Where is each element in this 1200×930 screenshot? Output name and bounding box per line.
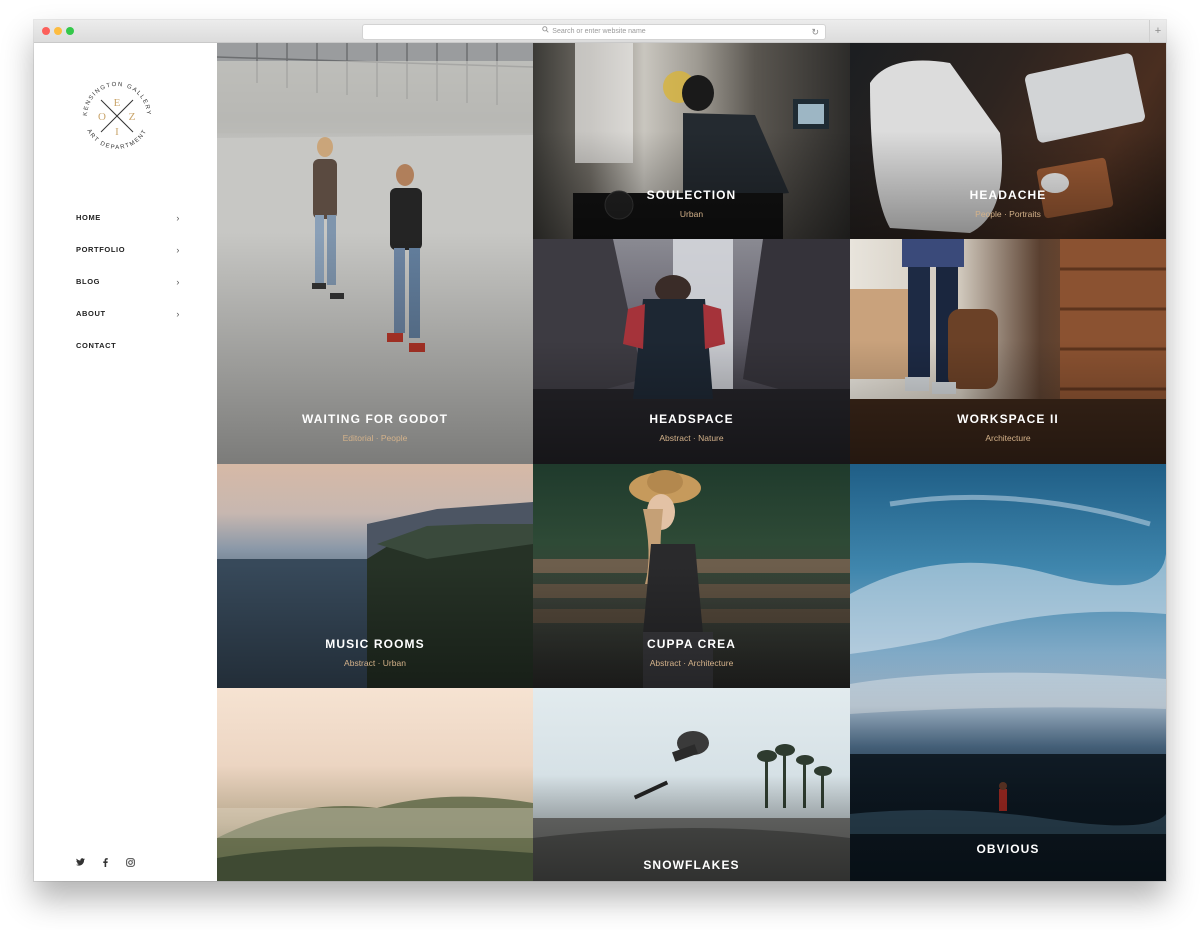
address-bar[interactable]: Search or enter website name ↻ [362, 24, 826, 40]
tile-tags: People · Portraits [975, 209, 1041, 219]
twitter-icon[interactable] [76, 858, 85, 869]
portfolio-tile-workspace-ii[interactable]: WORKSPACE II Architecture [850, 239, 1166, 464]
portfolio-grid: WAITING FOR GODOT Editorial · People SOU… [217, 43, 1166, 881]
tile-title: SOULECTION [646, 188, 737, 202]
tile-tags: Architecture [985, 433, 1031, 443]
tile-overlay [533, 564, 850, 688]
tile-title: OBVIOUS [976, 842, 1040, 856]
nav-item-label: PORTFOLIO [76, 245, 126, 254]
browser-window: Search or enter website name ↻ + KENSING… [34, 20, 1166, 881]
nav-item-portfolio[interactable]: PORTFOLIO › [76, 243, 180, 275]
tile-overlay [217, 564, 533, 688]
social-links [76, 858, 135, 869]
nav-item-label: HOME [76, 213, 101, 222]
portfolio-tile-soulection[interactable]: SOULECTION Urban [533, 43, 850, 239]
logo-letter-top: E [114, 97, 121, 109]
tile-caption: CUPPA CREA Abstract · Architecture [533, 637, 850, 668]
tile-overlay [533, 340, 850, 464]
browser-titlebar: Search or enter website name ↻ + [34, 20, 1166, 43]
tile-tags: Abstract · Nature [659, 433, 724, 443]
facebook-icon[interactable] [101, 858, 110, 869]
address-bar-placeholder: Search or enter website name [552, 28, 646, 35]
tile-caption: WORKSPACE II Architecture [850, 412, 1166, 443]
tile-caption: SOULECTION Urban [533, 188, 850, 219]
tile-title: SNOWFLAKES [643, 858, 740, 872]
portfolio-tile-waiting-for-godot[interactable]: WAITING FOR GODOT Editorial · People [217, 43, 533, 464]
tile-caption: OBVIOUS [850, 842, 1166, 856]
portfolio-tile-obvious[interactable]: OBVIOUS [850, 464, 1166, 881]
portfolio-tile-music-rooms[interactable]: MUSIC ROOMS Abstract · Urban [217, 464, 533, 688]
sidebar: KENSINGTON GALLERY ART DEPARTMENT O E Z … [34, 43, 217, 881]
photo-misty-hills [217, 796, 533, 881]
tile-caption: WAITING FOR GODOT Editorial · People [217, 412, 533, 443]
portfolio-tile-cuppa-crea[interactable]: CUPPA CREA Abstract · Architecture [533, 464, 850, 688]
tile-overlay [850, 131, 1166, 239]
main-navigation: HOME › PORTFOLIO › BLOG › ABOUT › CONTAC… [76, 211, 180, 371]
logo-letter-left: O [98, 111, 106, 123]
site-logo[interactable]: KENSINGTON GALLERY ART DEPARTMENT O E Z … [74, 73, 160, 159]
tile-caption: MUSIC ROOMS Abstract · Urban [217, 637, 533, 668]
nav-item-label: ABOUT [76, 309, 106, 318]
tile-title: HEADSPACE [649, 412, 734, 426]
new-tab-icon[interactable]: + [1149, 20, 1166, 42]
nav-item-label: CONTACT [76, 341, 117, 350]
tile-title: HEADACHE [969, 188, 1047, 202]
chevron-right-icon: › [176, 309, 180, 319]
tile-tags: Abstract · Urban [344, 658, 406, 668]
tile-title: WORKSPACE II [957, 412, 1059, 426]
tile-caption: HEADSPACE Abstract · Nature [533, 412, 850, 443]
tile-tags: Urban [679, 209, 704, 219]
reload-icon[interactable]: ↻ [811, 25, 819, 39]
minimize-window-button[interactable] [54, 27, 62, 35]
portfolio-tile-headspace[interactable]: HEADSPACE Abstract · Nature [533, 239, 850, 464]
tile-title: CUPPA CREA [646, 637, 736, 651]
chevron-right-icon: › [176, 245, 180, 255]
logo-letter-right: Z [129, 111, 136, 123]
close-window-button[interactable] [42, 27, 50, 35]
tile-title: MUSIC ROOMS [325, 637, 425, 651]
chevron-right-icon: › [176, 213, 180, 223]
tile-caption: SNOWFLAKES [533, 858, 850, 872]
nav-item-contact[interactable]: CONTACT [76, 339, 180, 371]
nav-item-home[interactable]: HOME › [76, 211, 180, 243]
nav-item-label: BLOG [76, 277, 101, 286]
nav-item-blog[interactable]: BLOG › [76, 275, 180, 307]
tile-title: WAITING FOR GODOT [301, 412, 449, 426]
tile-tags: Editorial · People [342, 433, 408, 443]
portfolio-tile-misty-hills[interactable] [217, 688, 533, 881]
tile-overlay [850, 340, 1166, 464]
tile-tags: Abstract · Architecture [649, 658, 734, 668]
logo-letter-bottom: I [115, 126, 119, 138]
chevron-right-icon: › [176, 277, 180, 287]
maximize-window-button[interactable] [66, 27, 74, 35]
search-icon [542, 25, 549, 39]
nav-item-about[interactable]: ABOUT › [76, 307, 180, 339]
instagram-icon[interactable] [126, 858, 135, 869]
tile-caption: HEADACHE People · Portraits [850, 188, 1166, 219]
portfolio-tile-snowflakes[interactable]: SNOWFLAKES [533, 688, 850, 881]
tile-overlay [533, 131, 850, 239]
portfolio-tile-headache[interactable]: HEADACHE People · Portraits [850, 43, 1166, 239]
